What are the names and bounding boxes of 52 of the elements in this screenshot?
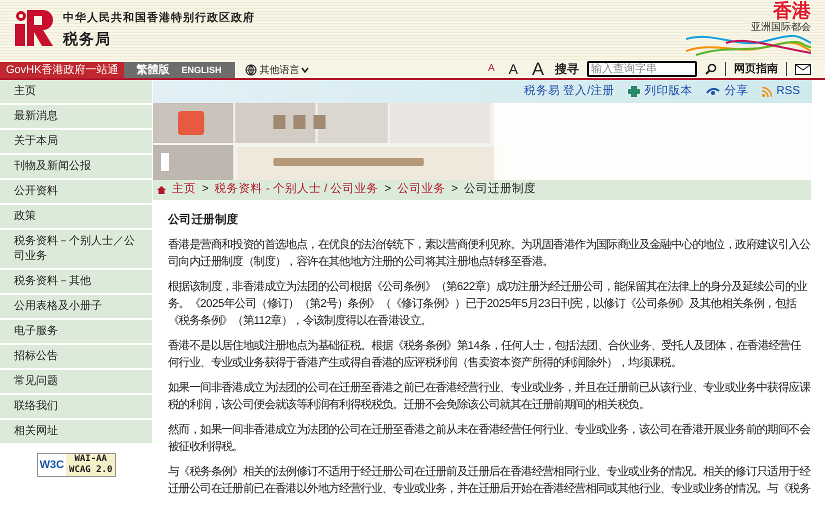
breadcrumb-current: 公司迁册制度 <box>464 181 536 198</box>
sidebar-item[interactable]: 公开资料 <box>0 180 152 205</box>
globe-icon <box>245 64 258 76</box>
sidebar-item[interactable]: 关于本局 <box>0 130 152 155</box>
sidebar-item[interactable]: 最新消息 <box>0 105 152 130</box>
home-icon <box>157 186 166 194</box>
mail-icon[interactable] <box>795 64 811 74</box>
sidebar-item[interactable]: 电子服务 <box>0 320 152 345</box>
brand-tagline: 亚洲国际都会 <box>751 22 811 33</box>
sidebar-item[interactable]: 公用表格及小册子 <box>0 295 152 320</box>
sidebar-item[interactable]: 联络我们 <box>0 395 152 420</box>
paragraph: 与《税务条例》相关的法例修订不适用于经迁册公司在迁册前及迁册后在香港经营相同行业、专业或业务的情况。相关的修订只适用于经迁册公司在迁册前已在香港以外地方经营行业、专业或业务，并在迁册后开始在香港经营相同或其他行业、专业或业务的情况。与《税务 <box>168 464 810 497</box>
font-size-button[interactable]: A <box>528 60 547 78</box>
share-link[interactable]: 分享 <box>706 82 748 100</box>
breadcrumb-link[interactable]: 公司业务 <box>397 181 446 199</box>
sidebar-item[interactable]: 税务资料－个别人士／公司业务 <box>0 230 152 270</box>
sidebar-item[interactable]: 刊物及新闻公报 <box>0 155 152 180</box>
breadcrumb-separator: > <box>384 182 392 198</box>
govhk-link[interactable]: GovHK香港政府一站通 <box>0 62 124 78</box>
paragraph: 如果一间非香港成立为法团的公司在迁册至香港之前已在香港经营行业、专业或业务，并且在迁册前已从该行业、专业或业务中获得应课税的利润，该公司便会就该等利润有利得税税负。迁册不会免除该公司就其在迁册前期间的相关税负。 <box>168 380 810 413</box>
search-label: 搜寻 <box>555 61 579 78</box>
search-icon[interactable] <box>705 63 717 75</box>
paragraph: 香港是营商和投资的首选地点，在优良的法治传统下，素以营商便利见称。为巩固香港作为国际商业及金融中心的地位，政府建议引入公司向内迁册制度（制度），容许在其他地方注册的公司将其注册地点转移至香港。 <box>168 237 810 270</box>
sidebar-item[interactable]: 常见问题 <box>0 370 152 395</box>
chevron-down-icon <box>301 67 310 73</box>
sidebar-item[interactable]: 相关网址 <box>0 420 152 445</box>
font-size-button[interactable]: A <box>484 64 498 74</box>
breadcrumb-link[interactable]: 主页 <box>172 181 196 199</box>
font-size-button[interactable]: A <box>506 62 521 76</box>
paragraph: 根据该制度，非香港成立为法团的公司根据《公司条例》（第622章）成功注册为经迁册公司，能保留其在法律上的身分及延续公司的业务。《2025年公司（修订）（第2号）条例》（《修订条例》）已于2025年5月23日刊宪，以修订《公司条例》及其他相关条例，包括《税务条例》（第112章），令该制度得以在香港设立。 <box>168 279 808 329</box>
language-link[interactable]: ENGLISH <box>175 62 236 78</box>
page-title: 公司迁册制度 <box>168 212 240 228</box>
sidebar-item[interactable]: 主页 <box>0 80 152 105</box>
language-link[interactable]: 繁體版 <box>124 62 176 78</box>
government-name: 中华人民共和国香港特别行政区政府 <box>63 10 255 26</box>
other-languages-link[interactable]: 其他语言 <box>259 62 300 78</box>
sidebar-item[interactable]: 招标公告 <box>0 345 152 370</box>
breadcrumb-link[interactable]: 税务资料 - 个别人士 / 公司业务 <box>214 181 379 199</box>
login-link[interactable]: 税务易 登入/注册 <box>524 82 614 100</box>
logo-icon <box>13 10 53 46</box>
rss-icon <box>762 86 772 96</box>
page-guide-link[interactable]: 网页指南 <box>734 60 778 78</box>
brand-name: 香港 <box>773 2 811 22</box>
department-name: 税务局 <box>63 30 112 50</box>
paragraph: 香港不是以居住地或注册地点为基础征税。根据《税务条例》第14条，任何人士，包括法团、合伙业务、受托人及团体，在香港经营任何行业、专业或业务获得于香港产生或得自香港的应评税利润（售卖资本资产所得的利润除外），均须课税。 <box>168 338 802 371</box>
print-link[interactable]: 列印版本 <box>628 82 692 100</box>
rss-link[interactable]: RSS <box>762 82 800 100</box>
breadcrumb-separator: > <box>202 182 209 198</box>
breadcrumb-separator: > <box>451 182 458 198</box>
sidebar-item[interactable]: 政策 <box>0 205 152 230</box>
sidebar-item[interactable]: 税务资料－其他 <box>0 270 152 295</box>
paragraph: 然而，如果一间非香港成立为法团的公司在迁册至香港之前从未在香港经营任何行业、专业或业务，该公司在香港开展业务前的期间不会被征收利得税。 <box>168 422 810 455</box>
